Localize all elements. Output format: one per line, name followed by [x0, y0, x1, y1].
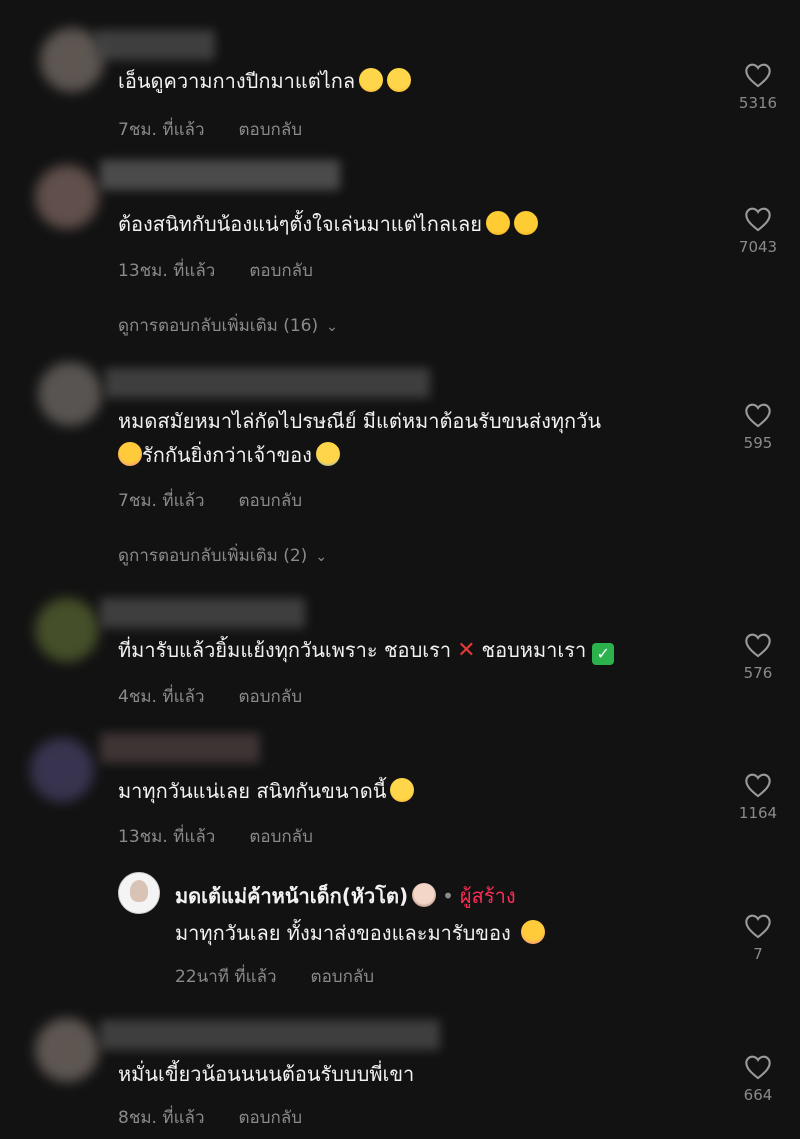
reply-button[interactable]: ตอบกลับ: [239, 687, 303, 707]
creator-name-line: มดเต้แม่ค้าหน้าเด็ก(หัวโต) • ผู้สร้าง: [175, 880, 516, 912]
like-button[interactable]: 1164: [728, 772, 788, 822]
like-count: 1164: [738, 804, 778, 822]
like-button[interactable]: 7: [728, 913, 788, 963]
heart-outline-icon: [745, 633, 771, 658]
timestamp: 8ชม. ที่แล้ว: [118, 1108, 205, 1128]
creator-avatar[interactable]: [118, 872, 160, 914]
laughing-emoji-icon: [390, 778, 415, 802]
comment-text: เอ็นดูความกางปีกมาแต่ไกล: [118, 64, 412, 98]
like-button[interactable]: 5316: [728, 62, 788, 112]
username-redacted[interactable]: [100, 1020, 440, 1050]
heart-outline-icon: [745, 207, 771, 232]
like-button[interactable]: 664: [728, 1054, 788, 1104]
username-redacted[interactable]: [100, 160, 340, 190]
smiling-hearts-emoji-icon: [118, 442, 142, 466]
reply-button[interactable]: ตอบกลับ: [239, 120, 303, 140]
heart-outline-icon: [745, 403, 771, 428]
username-redacted[interactable]: [100, 598, 305, 628]
avatar[interactable]: [35, 1018, 99, 1082]
smiling-hearts-emoji-icon: [520, 920, 545, 944]
smiling-emoji-icon: [485, 211, 510, 235]
chevron-down-icon: ⌄: [326, 319, 338, 335]
like-button[interactable]: 7043: [728, 206, 788, 256]
timestamp: 7ชม. ที่แล้ว: [118, 491, 205, 511]
like-button[interactable]: 576: [728, 632, 788, 682]
avatar[interactable]: [38, 362, 102, 426]
timestamp: 7ชม. ที่แล้ว: [118, 120, 205, 140]
like-count: 7: [753, 945, 763, 963]
comment-meta: 7ชม. ที่แล้ว ตอบกลับ: [118, 487, 302, 514]
comment-text: หมดสมัยหมาไล่กัดไปรษณีย์ มีแต่หมาต้อนรับ…: [118, 409, 602, 433]
reply-button[interactable]: ตอบกลับ: [311, 967, 375, 987]
child-face-emoji-icon: [412, 883, 437, 907]
laughing-emoji-icon: [359, 68, 384, 92]
comment-text: มาทุกวันแน่เลย สนิทกันขนาดนี้: [118, 774, 415, 808]
timestamp: 4ชม. ที่แล้ว: [118, 687, 205, 707]
check-mark-icon: ✓: [592, 643, 615, 665]
avatar[interactable]: [35, 165, 99, 229]
comment-text: ที่มารับแล้วยิ้มแย้งทุกวันเพราะ ชอบเรา ✕ ช…: [118, 633, 615, 668]
view-more-replies[interactable]: ดูการตอบกลับเพิ่มเติม (16) ⌄: [118, 312, 338, 339]
laughing-emoji-icon: [387, 68, 412, 92]
comment-meta: 7ชม. ที่แล้ว ตอบกลับ: [118, 116, 302, 143]
username-redacted[interactable]: [105, 368, 430, 398]
reply-button[interactable]: ตอบกลับ: [239, 491, 303, 511]
comment-meta: 4ชม. ที่แล้ว ตอบกลับ: [118, 683, 302, 710]
heart-outline-icon: [745, 773, 771, 798]
avatar[interactable]: [35, 598, 99, 662]
comment-text: ต้องสนิทกับน้องแน่ๆตั้งใจเล่นมาแต่ไกลเลย: [118, 207, 538, 241]
comment-meta: 13ชม. ที่แล้ว ตอบกลับ: [118, 257, 313, 284]
like-button[interactable]: 595: [728, 402, 788, 452]
heart-outline-icon: [745, 63, 771, 88]
avatar[interactable]: [30, 738, 94, 802]
separator-dot: •: [442, 884, 454, 908]
cross-mark-icon: ✕: [457, 638, 476, 663]
comment-meta: 13ชม. ที่แล้ว ตอบกลับ: [118, 823, 313, 850]
like-count: 576: [743, 664, 773, 682]
grinning-sweat-emoji-icon: [315, 442, 340, 466]
timestamp: 13ชม. ที่แล้ว: [118, 827, 216, 847]
reply-meta: 22นาที ที่แล้ว ตอบกลับ: [175, 963, 374, 990]
smiling-emoji-icon: [513, 211, 538, 235]
comment-meta: 8ชม. ที่แล้ว ตอบกลับ: [118, 1104, 302, 1131]
like-count: 595: [743, 434, 773, 452]
username-redacted[interactable]: [100, 733, 260, 763]
creator-name[interactable]: มดเต้แม่ค้าหน้าเด็ก(หัวโต): [175, 884, 408, 908]
reply-button[interactable]: ตอบกลับ: [249, 261, 313, 281]
like-count: 5316: [738, 94, 778, 112]
comment-text: หมั่นเขี้ยวน้อนนนนต้อนรับบบพี่เขา: [118, 1062, 415, 1086]
username-redacted[interactable]: [95, 30, 215, 60]
like-count: 664: [743, 1086, 773, 1104]
view-more-replies[interactable]: ดูการตอบกลับเพิ่มเติม (2) ⌄: [118, 542, 327, 569]
reply-text: มาทุกวันเลย ทั้งมาส่งของและมารับของ: [175, 916, 545, 950]
reply-button[interactable]: ตอบกลับ: [239, 1108, 303, 1128]
heart-outline-icon: [745, 1055, 771, 1080]
chevron-down-icon: ⌄: [315, 549, 328, 565]
timestamp: 22นาที ที่แล้ว: [175, 967, 277, 987]
like-count: 7043: [738, 238, 778, 256]
creator-badge: ผู้สร้าง: [459, 884, 516, 908]
comment-text-line2: รักกันยิ่งกว่าเจ้าของ: [118, 438, 340, 472]
reply-button[interactable]: ตอบกลับ: [249, 827, 313, 847]
heart-outline-icon: [745, 914, 771, 939]
timestamp: 13ชม. ที่แล้ว: [118, 261, 216, 281]
